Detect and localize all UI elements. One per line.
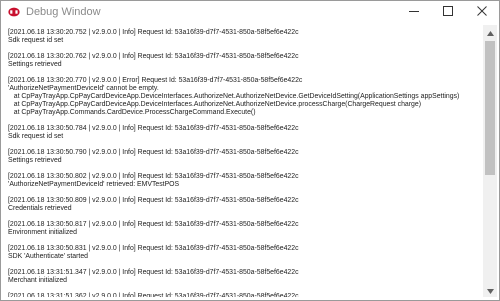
minimize-icon: [409, 3, 419, 21]
maximize-button[interactable]: [431, 1, 465, 23]
log-entry-message: Credentials retrieved: [8, 205, 72, 212]
log-entry-message: Sdk request id set: [8, 37, 64, 44]
log-entry: [2021.06.18 13:30:50.790 | v2.9.0.0 | In…: [8, 149, 482, 165]
window-controls: [397, 1, 499, 23]
log-entry: [2021.06.18 13:30:20.752 | v2.9.0.0 | In…: [8, 29, 482, 45]
log-entry-header: [2021.06.18 13:30:20.762 | v2.9.0.0 | In…: [8, 53, 299, 60]
debug-window: Debug Window [2021.06.18 13:30:20.752 | …: [0, 0, 500, 301]
log-entry: [2021.06.18 13:30:50.809 | v2.9.0.0 | In…: [8, 197, 482, 213]
minimize-button[interactable]: [397, 1, 431, 23]
log-text-area[interactable]: [2021.06.18 13:30:20.752 | v2.9.0.0 | In…: [4, 25, 482, 297]
log-entry-header: [2021.06.18 13:30:50.784 | v2.9.0.0 | In…: [8, 125, 299, 132]
vertical-scrollbar[interactable]: [483, 25, 497, 297]
log-entry-message: Settings retrieved: [8, 157, 62, 164]
scroll-thumb[interactable]: [485, 41, 495, 175]
log-entry: [2021.06.18 13:30:20.770 | v2.9.0.0 | Er…: [8, 77, 482, 117]
log-entry-header: [2021.06.18 13:30:20.752 | v2.9.0.0 | In…: [8, 29, 299, 36]
window-title: Debug Window: [26, 6, 101, 18]
log-entry: [2021.06.18 13:31:51.347 | v2.9.0.0 | In…: [8, 269, 482, 285]
log-entry-header: [2021.06.18 13:30:50.817 | v2.9.0.0 | In…: [8, 221, 299, 228]
scroll-down-button[interactable]: [483, 283, 497, 297]
log-entry: [2021.06.18 13:30:50.831 | v2.9.0.0 | In…: [8, 245, 482, 261]
log-entry-message: Settings retrieved: [8, 61, 62, 68]
app-logo-icon: [8, 6, 20, 18]
log-entry-header: [2021.06.18 13:31:51.347 | v2.9.0.0 | In…: [8, 269, 299, 276]
close-button[interactable]: [465, 1, 499, 23]
log-entry: [2021.06.18 13:30:20.762 | v2.9.0.0 | In…: [8, 53, 482, 69]
log-entry-message: at CpPayTrayApp.CpPayCardDeviceApp.Devic…: [8, 93, 460, 100]
log-entry: [2021.06.18 13:30:50.802 | v2.9.0.0 | In…: [8, 173, 482, 189]
log-entry-message: Environment initialized: [8, 229, 77, 236]
scroll-down-arrow-icon: [486, 281, 494, 299]
title-bar[interactable]: Debug Window: [1, 1, 499, 23]
log-entry-message: Merchant initialized: [8, 277, 67, 284]
log-entry-header: [2021.06.18 13:30:50.790 | v2.9.0.0 | In…: [8, 149, 299, 156]
scroll-up-arrow-icon: [486, 23, 494, 41]
log-entry-header: [2021.06.18 13:30:50.809 | v2.9.0.0 | In…: [8, 197, 299, 204]
log-entry: [2021.06.18 13:31:51.362 | v2.9.0.0 | In…: [8, 293, 482, 297]
scroll-up-button[interactable]: [483, 25, 497, 39]
maximize-icon: [443, 3, 453, 21]
log-entry-header: [2021.06.18 13:31:51.362 | v2.9.0.0 | In…: [8, 293, 299, 297]
log-entry: [2021.06.18 13:30:50.784 | v2.9.0.0 | In…: [8, 125, 482, 141]
log-entry: [2021.06.18 13:30:50.817 | v2.9.0.0 | In…: [8, 221, 482, 237]
log-entry-message: at CpPayTrayApp.CpPayCardDeviceApp.Devic…: [8, 101, 421, 108]
log-entry-header: [2021.06.18 13:30:20.770 | v2.9.0.0 | Er…: [8, 77, 303, 84]
log-output: [2021.06.18 13:30:20.752 | v2.9.0.0 | In…: [4, 25, 482, 297]
log-entry-message: at CpPayTrayApp.Commands.CardDevice.Proc…: [8, 109, 256, 116]
log-entry-message: SDK 'Authenticate' started: [8, 253, 89, 260]
log-entry-header: [2021.06.18 13:30:50.802 | v2.9.0.0 | In…: [8, 173, 299, 180]
close-icon: [477, 3, 487, 21]
log-entry-message: Sdk request id set: [8, 133, 64, 140]
log-entry-message: 'AuthorizeNetPaymentDeviceId' retrieved:…: [8, 181, 180, 188]
log-entry-header: [2021.06.18 13:30:50.831 | v2.9.0.0 | In…: [8, 245, 299, 252]
log-entry-message: 'AuthorizeNetPaymentDeviceId' cannot be …: [8, 85, 159, 92]
